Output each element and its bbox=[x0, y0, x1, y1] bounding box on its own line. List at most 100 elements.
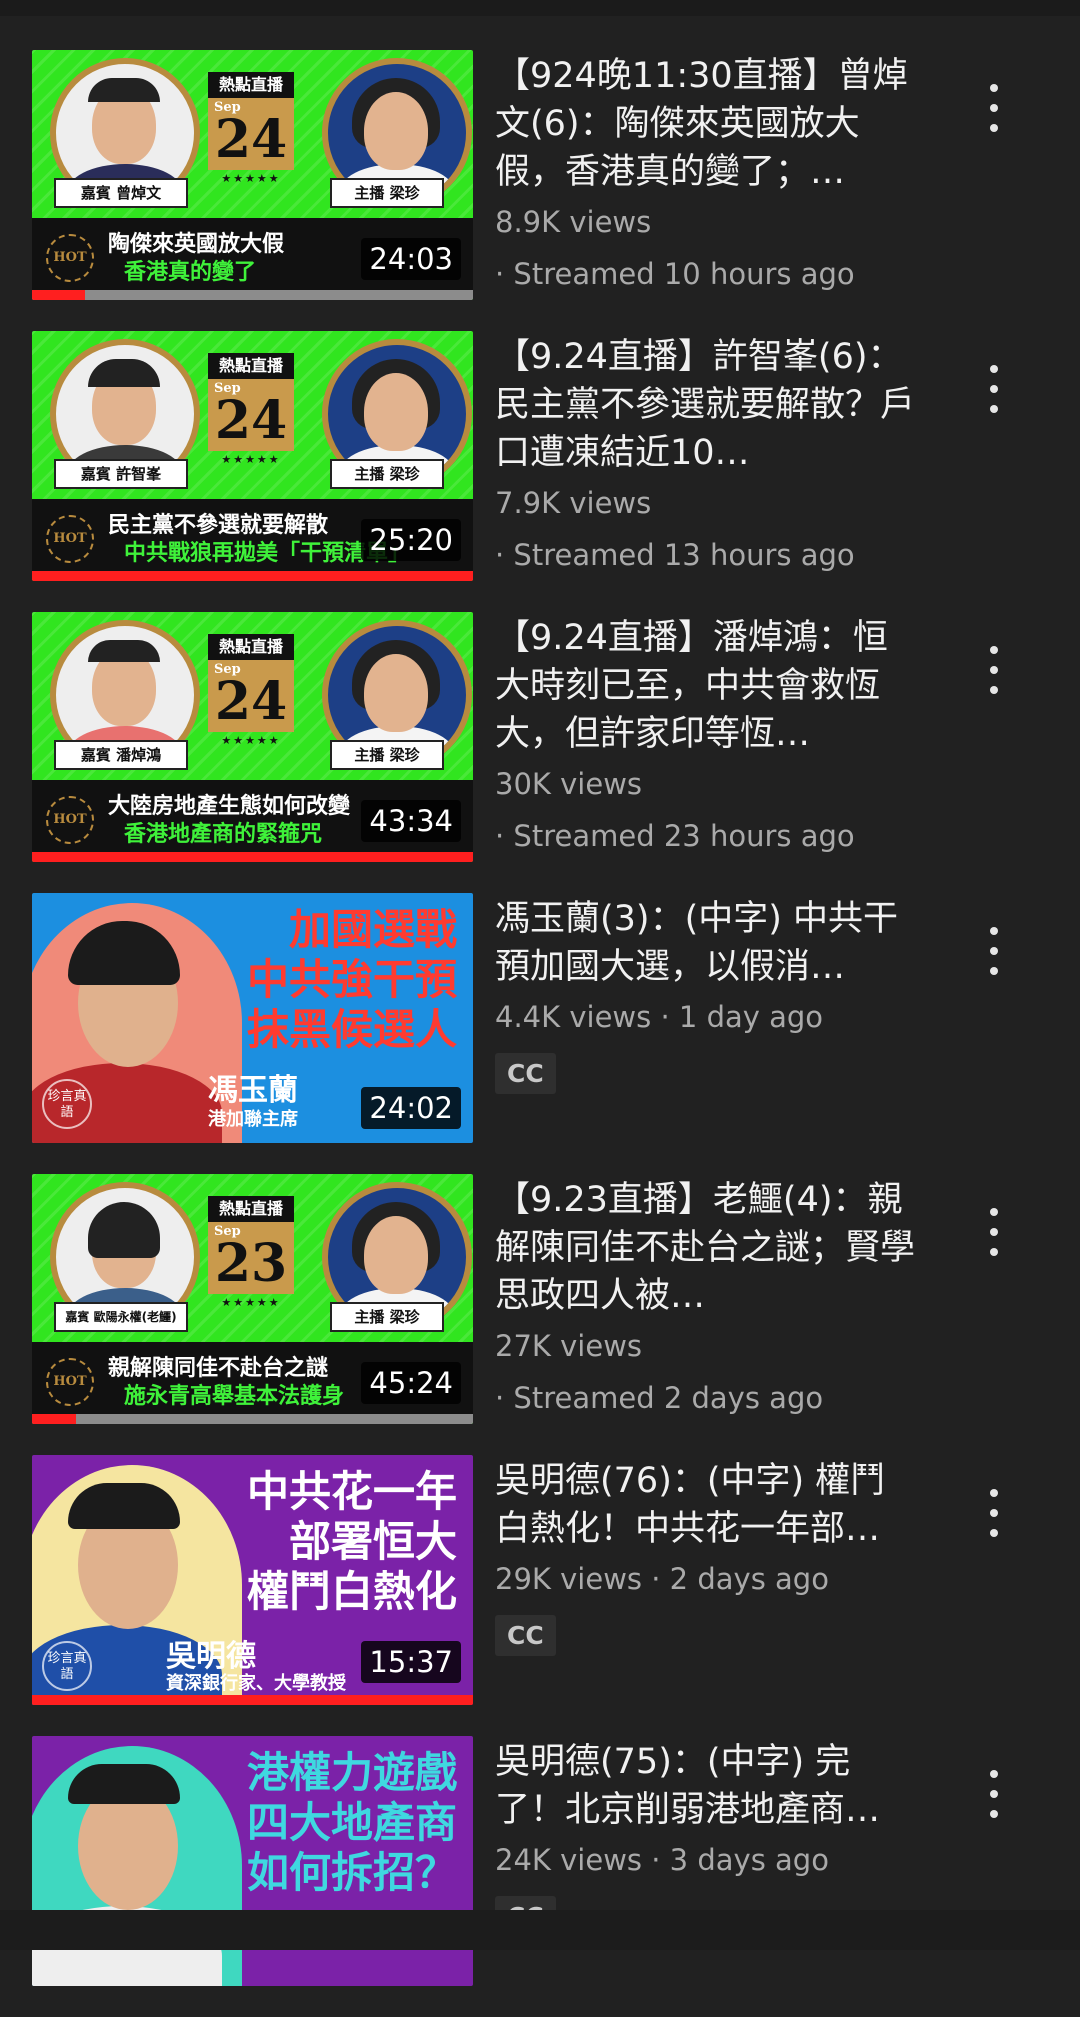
cc-badge: CC bbox=[495, 1053, 556, 1094]
host-tag: 主播 梁珍 bbox=[330, 178, 444, 208]
badge-stars: ★★★★★ bbox=[221, 453, 281, 466]
video-views-age: 29K views · 2 days ago bbox=[495, 1562, 829, 1596]
top-status-strip bbox=[0, 0, 1080, 16]
badge-day: 23 bbox=[214, 1233, 288, 1294]
badge-label: 熱點直播 bbox=[208, 634, 294, 660]
watch-progress-bar bbox=[32, 852, 473, 862]
headline-line-2: 中共強干預 bbox=[246, 955, 457, 1004]
banner-line-2: 香港地產商的緊箍咒 bbox=[124, 821, 323, 847]
video-thumbnail[interactable]: 嘉賓 歐陽永權(老鱷) 熱點直播 Sep 23 ★★★★★ 主播 梁珍 HOT … bbox=[32, 1174, 473, 1424]
video-title[interactable]: 吳明德(75)：(中字) 完了！北京削弱港地產商… bbox=[495, 1738, 915, 1834]
guest-name: 馮玉蘭 bbox=[208, 1073, 298, 1108]
headline-line-2: 部署恒大 bbox=[288, 1517, 457, 1566]
more-options-icon[interactable] bbox=[978, 365, 1010, 413]
video-meta[interactable]: 【924晚11:30直播】曾焯文(6)：陶傑來英國放大假，香港真的變了；… 8.… bbox=[495, 52, 915, 294]
video-views: 8.9K views bbox=[495, 205, 652, 239]
badge-day: 24 bbox=[214, 671, 288, 732]
video-meta[interactable]: 吳明德(76)：(中字) 權鬥白熱化！中共花一年部… 29K views · 2… bbox=[495, 1457, 915, 1656]
duration-badge: 15:37 bbox=[361, 1641, 461, 1683]
watch-progress-fill bbox=[32, 852, 473, 862]
watch-progress-fill bbox=[32, 290, 85, 300]
video-age: · Streamed 23 hours ago bbox=[495, 819, 855, 853]
video-meta[interactable]: 吳明德(75)：(中字) 完了！北京削弱港地產商… 24K views · 3 … bbox=[495, 1738, 915, 1937]
badge-label: 熱點直播 bbox=[208, 353, 294, 379]
duration-badge: 24:03 bbox=[361, 238, 461, 280]
badge-label: 熱點直播 bbox=[208, 1196, 294, 1222]
video-age: · Streamed 13 hours ago bbox=[495, 538, 855, 572]
watch-progress-fill bbox=[32, 571, 473, 581]
channel-seal: 珍言真語 bbox=[42, 1079, 92, 1129]
watch-progress-bar bbox=[32, 571, 473, 581]
hot-seal: HOT bbox=[46, 515, 94, 563]
guest-tag: 嘉賓 曾焯文 bbox=[54, 178, 188, 208]
date-badge: 熱點直播 Sep 24 ★★★★★ bbox=[208, 353, 294, 466]
video-title[interactable]: 吳明德(76)：(中字) 權鬥白熱化！中共花一年部… bbox=[495, 1457, 915, 1553]
badge-stars: ★★★★★ bbox=[221, 734, 281, 747]
video-meta[interactable]: 【9.23直播】老鱷(4)：親解陳同佳不赴台之謎；賢學思政四人被… 27K vi… bbox=[495, 1176, 915, 1418]
watch-progress-bar bbox=[32, 1414, 473, 1424]
video-item[interactable]: 中共花一年 部署恒大 權鬥白熱化 吳明德 資深銀行家、大學教授 珍言真語 15:… bbox=[0, 1455, 1080, 1736]
guest-portrait bbox=[32, 1746, 242, 1986]
video-meta[interactable]: 馮玉蘭(3)：(中字) 中共干預加國大選，以假消… 4.4K views · 1… bbox=[495, 895, 915, 1094]
host-tag: 主播 梁珍 bbox=[330, 1302, 444, 1332]
watch-progress-bar bbox=[32, 1695, 473, 1705]
video-item[interactable]: 加國選戰 中共強干預 抹黑候選人 馮玉蘭 港加聯主席 珍言真語 24:02 馮玉… bbox=[0, 893, 1080, 1174]
guest-tag: 嘉賓 潘焯鴻 bbox=[54, 740, 188, 770]
more-options-icon[interactable] bbox=[978, 646, 1010, 694]
badge-day: 24 bbox=[214, 390, 288, 451]
video-thumbnail[interactable]: 嘉賓 曾焯文 熱點直播 Sep 24 ★★★★★ 主播 梁珍 HOT 陶傑來英國… bbox=[32, 50, 473, 300]
duration-badge: 24:02 bbox=[361, 1087, 461, 1129]
video-list: 嘉賓 曾焯文 熱點直播 Sep 24 ★★★★★ 主播 梁珍 HOT 陶傑來英國… bbox=[0, 50, 1080, 2017]
video-item[interactable]: 嘉賓 許智峯 熱點直播 Sep 24 ★★★★★ 主播 梁珍 HOT 民主黨不參… bbox=[0, 331, 1080, 612]
headline-line-3: 權鬥白熱化 bbox=[246, 1567, 457, 1616]
video-thumbnail[interactable]: 嘉賓 許智峯 熱點直播 Sep 24 ★★★★★ 主播 梁珍 HOT 民主黨不參… bbox=[32, 331, 473, 581]
video-title[interactable]: 【924晚11:30直播】曾焯文(6)：陶傑來英國放大假，香港真的變了；… bbox=[495, 52, 915, 196]
date-badge: 熱點直播 Sep 23 ★★★★★ bbox=[208, 1196, 294, 1309]
badge-label: 熱點直播 bbox=[208, 72, 294, 98]
duration-badge: 45:24 bbox=[361, 1362, 461, 1404]
video-views: 27K views bbox=[495, 1329, 643, 1363]
video-item[interactable]: 嘉賓 潘焯鴻 熱點直播 Sep 24 ★★★★★ 主播 梁珍 HOT 大陸房地產… bbox=[0, 612, 1080, 893]
watch-progress-bar bbox=[32, 290, 473, 300]
guest-tag: 嘉賓 歐陽永權(老鱷) bbox=[54, 1302, 188, 1332]
host-tag: 主播 梁珍 bbox=[330, 740, 444, 770]
channel-seal: 珍言真語 bbox=[42, 1641, 92, 1691]
bottom-navigation-bar[interactable] bbox=[0, 1910, 1080, 1950]
more-options-icon[interactable] bbox=[978, 927, 1010, 975]
video-meta[interactable]: 【9.24直播】潘焯鴻：恒大時刻已至，中共會救恆大，但許家印等恆… 30K vi… bbox=[495, 614, 915, 856]
hot-seal: HOT bbox=[46, 234, 94, 282]
headline-line-1: 中共花一年 bbox=[246, 1467, 457, 1516]
video-title[interactable]: 馮玉蘭(3)：(中字) 中共干預加國大選，以假消… bbox=[495, 895, 915, 991]
hot-seal: HOT bbox=[46, 1358, 94, 1406]
video-title[interactable]: 【9.24直播】潘焯鴻：恒大時刻已至，中共會救恆大，但許家印等恆… bbox=[495, 614, 915, 758]
guest-tag: 嘉賓 許智峯 bbox=[54, 459, 188, 489]
headline-line-2: 四大地產商 bbox=[246, 1798, 457, 1847]
headline-line-1: 加國選戰 bbox=[288, 905, 457, 954]
video-views-age: 24K views · 3 days ago bbox=[495, 1843, 829, 1877]
video-thumbnail[interactable]: 嘉賓 潘焯鴻 熱點直播 Sep 24 ★★★★★ 主播 梁珍 HOT 大陸房地產… bbox=[32, 612, 473, 862]
host-tag: 主播 梁珍 bbox=[330, 459, 444, 489]
more-options-icon[interactable] bbox=[978, 84, 1010, 132]
duration-badge: 43:34 bbox=[361, 800, 461, 842]
video-title[interactable]: 【9.23直播】老鱷(4)：親解陳同佳不赴台之謎；賢學思政四人被… bbox=[495, 1176, 915, 1320]
headline-line-1: 港權力遊戲 bbox=[246, 1748, 457, 1797]
video-views: 30K views bbox=[495, 767, 643, 801]
date-badge: 熱點直播 Sep 24 ★★★★★ bbox=[208, 72, 294, 185]
badge-stars: ★★★★★ bbox=[221, 1296, 281, 1309]
guest-role: 港加聯主席 bbox=[208, 1109, 298, 1130]
video-views: 7.9K views bbox=[495, 486, 652, 520]
video-item[interactable]: 嘉賓 歐陽永權(老鱷) 熱點直播 Sep 23 ★★★★★ 主播 梁珍 HOT … bbox=[0, 1174, 1080, 1455]
video-item[interactable]: 港權力遊戲 四大地產商 如何拆招？ 吳明德(75)：(中字) 完了！北京削弱港地… bbox=[0, 1736, 1080, 2017]
more-options-icon[interactable] bbox=[978, 1208, 1010, 1256]
banner-line-2: 施永青高舉基本法護身 bbox=[124, 1383, 345, 1409]
video-meta[interactable]: 【9.24直播】許智峯(6)：民主黨不參選就要解散？戶口遭凍結近10… 7.9K… bbox=[495, 333, 915, 575]
video-item[interactable]: 嘉賓 曾焯文 熱點直播 Sep 24 ★★★★★ 主播 梁珍 HOT 陶傑來英國… bbox=[0, 50, 1080, 331]
video-title[interactable]: 【9.24直播】許智峯(6)：民主黨不參選就要解散？戶口遭凍結近10… bbox=[495, 333, 915, 477]
more-options-icon[interactable] bbox=[978, 1770, 1010, 1818]
more-options-icon[interactable] bbox=[978, 1489, 1010, 1537]
video-thumbnail[interactable]: 中共花一年 部署恒大 權鬥白熱化 吳明德 資深銀行家、大學教授 珍言真語 15:… bbox=[32, 1455, 473, 1705]
video-age: · Streamed 2 days ago bbox=[495, 1381, 824, 1415]
hot-seal: HOT bbox=[46, 796, 94, 844]
date-badge: 熱點直播 Sep 24 ★★★★★ bbox=[208, 634, 294, 747]
video-thumbnail[interactable]: 加國選戰 中共強干預 抹黑候選人 馮玉蘭 港加聯主席 珍言真語 24:02 bbox=[32, 893, 473, 1143]
